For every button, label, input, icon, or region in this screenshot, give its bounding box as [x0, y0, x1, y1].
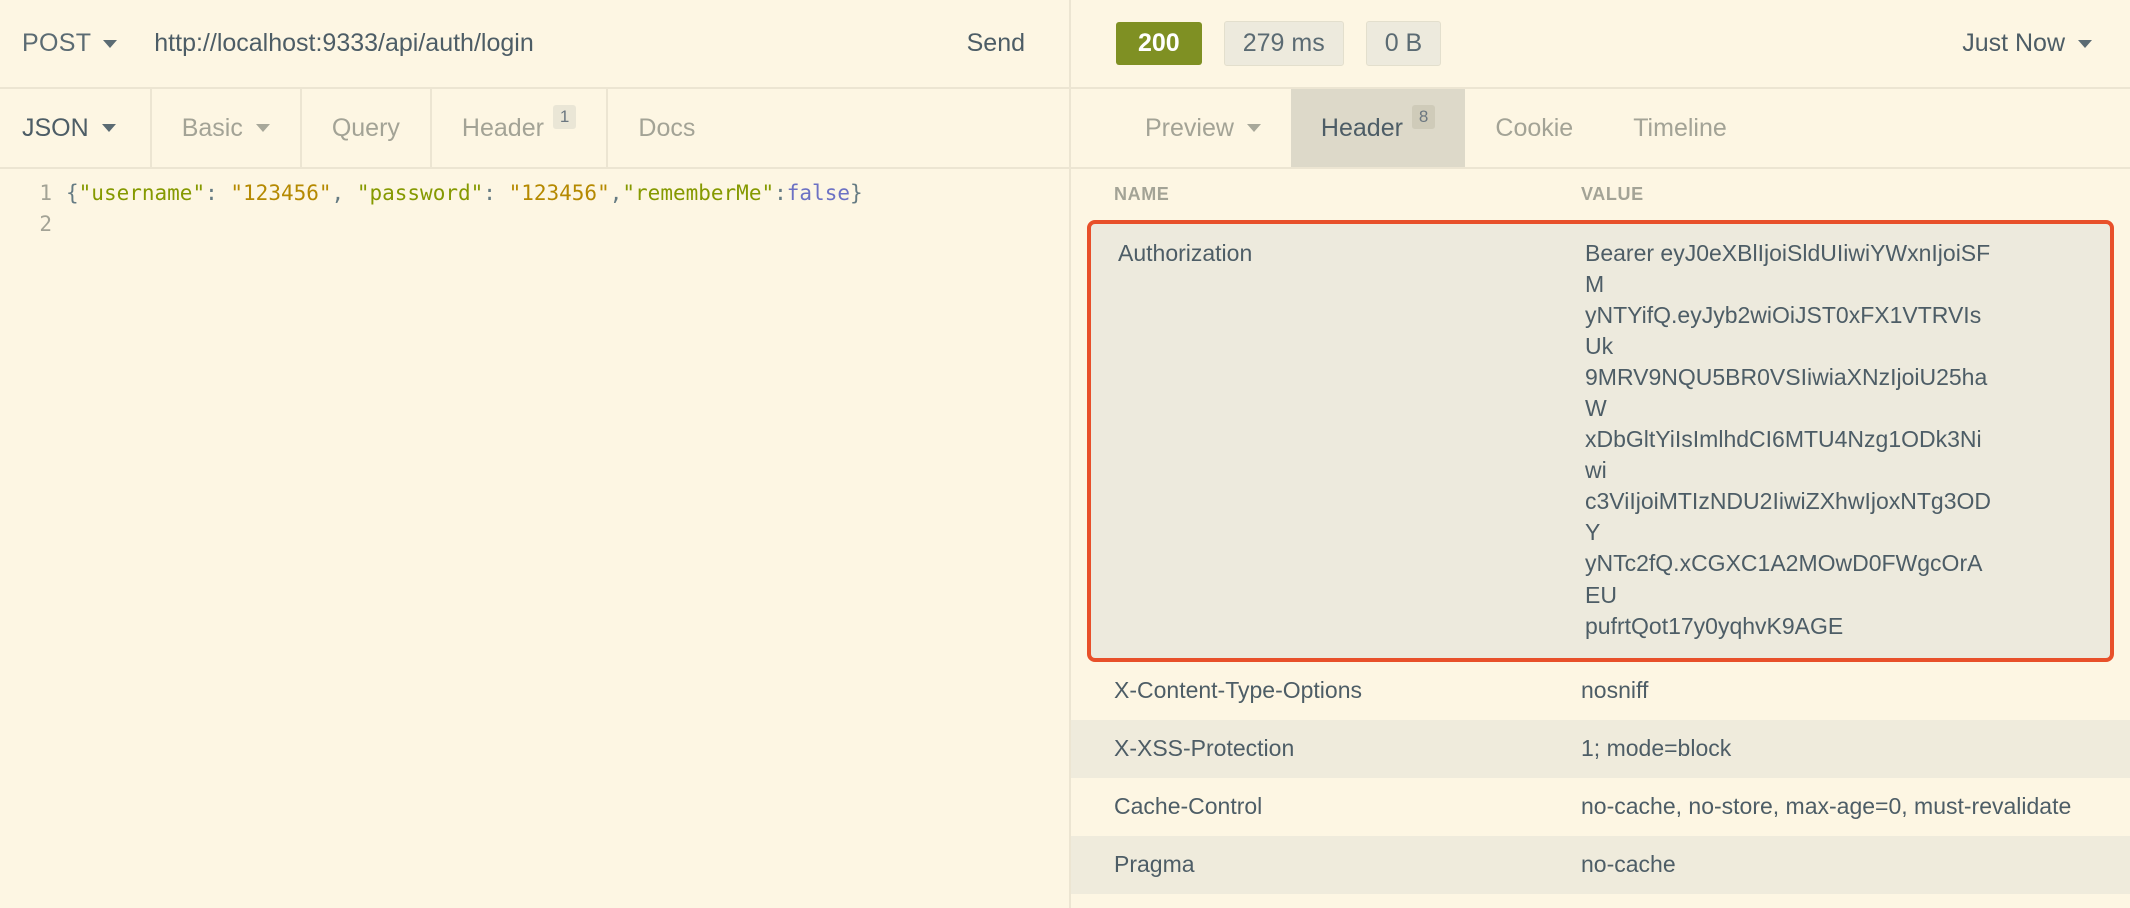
header-value-line: xDbGltYiIsImlhdCI6MTU4Nzg1ODk3Niwi — [1585, 426, 1982, 484]
json-value-username: "123456" — [230, 181, 332, 205]
line-number: 1 — [39, 181, 52, 205]
header-value-line: 9MRV9NQU5BR0VSIiwiaXNzIjoiU25haW — [1585, 364, 1988, 422]
tab-header[interactable]: Header 1 — [429, 89, 606, 167]
tab-label: Docs — [638, 113, 696, 142]
chevron-down-icon — [255, 124, 270, 132]
tab-basic[interactable]: Basic — [149, 89, 300, 167]
code-content[interactable]: {"username": "123456", "password": "1234… — [66, 181, 863, 205]
line-number: 2 — [39, 212, 52, 236]
header-value-cell: no-cache, no-store, max-age=0, must-reva… — [1581, 792, 2072, 819]
request-body-editor[interactable]: 1 {"username": "123456", "password": "12… — [0, 169, 1069, 908]
tab-query[interactable]: Query — [299, 89, 430, 167]
response-tabs: Preview Header 8 Cookie Timeline — [1071, 89, 2130, 167]
table-row[interactable]: X-Content-Type-Options nosniff — [1071, 662, 2130, 720]
response-time-chip: 279 ms — [1223, 21, 1344, 66]
history-time-label: Just Now — [1962, 29, 2065, 57]
tab-label: Header — [461, 113, 544, 142]
header-value-cell: nosniff — [1581, 676, 1649, 703]
json-value-password: "123456" — [508, 181, 610, 205]
chevron-down-icon — [101, 124, 116, 132]
header-value-cell: 1; mode=block — [1581, 734, 1732, 761]
tab-docs[interactable]: Docs — [606, 89, 725, 167]
http-method-selector[interactable]: POST — [22, 29, 118, 58]
top-bar: POST http://localhost:9333/api/auth/logi… — [0, 0, 2130, 89]
tab-label: Timeline — [1633, 113, 1727, 142]
header-name-cell: X-XSS-Protection — [1114, 734, 1295, 761]
tab-header[interactable]: Header 8 — [1290, 89, 1466, 167]
tab-label: Basic — [181, 113, 243, 142]
header-name-cell: Cache-Control — [1114, 792, 1263, 819]
table-row[interactable]: Pragma no-cache — [1071, 835, 2130, 894]
json-value-rememberme: false — [786, 181, 850, 205]
chevron-down-icon — [1246, 124, 1261, 132]
response-size-chip: 0 B — [1365, 21, 1442, 66]
tab-label: Preview — [1145, 113, 1234, 142]
body-type-label: JSON — [22, 113, 89, 142]
response-status-section: 200 279 ms 0 B Just Now — [1071, 0, 2130, 87]
tab-timeline[interactable]: Timeline — [1603, 89, 1757, 167]
table-row[interactable]: Authorization Bearer eyJ0eXBlIjoiSldUIiwi… — [1087, 220, 2114, 662]
header-value-line: yNTc2fQ.xCGXC1A2MOwD0FWgcOrAEU — [1585, 550, 1983, 608]
column-header-value: VALUE — [1581, 184, 1644, 204]
url-input[interactable]: http://localhost:9333/api/auth/login — [154, 29, 966, 58]
code-line: 2 — [0, 212, 1069, 243]
table-row[interactable]: Cache-Control no-cache, no-store, max-age… — [1071, 778, 2130, 836]
json-open-brace: { — [66, 181, 79, 205]
table-header-row: NAME VALUE — [1071, 169, 2130, 220]
status-code-badge: 200 — [1116, 22, 1202, 65]
header-value-line: c3ViIjoiMTIzNDU2IiwiZXhwIjoxNTg3ODY — [1585, 488, 1991, 546]
json-colon: : — [483, 181, 509, 205]
header-value-cell: Bearer eyJ0eXBlIjoiSldUIiwiYWxnIjoiSFM yN… — [1585, 238, 2015, 642]
json-close-brace: } — [849, 181, 863, 205]
header-value-line: yNTYifQ.eyJyb2wiOiJST0xFX1VTRVIsUk — [1585, 302, 1982, 360]
chevron-down-icon — [103, 39, 118, 48]
tab-preview[interactable]: Preview — [1115, 89, 1291, 167]
column-header-name: NAME — [1114, 184, 1170, 204]
tab-cookie[interactable]: Cookie — [1465, 89, 1603, 167]
tab-label: Cookie — [1495, 113, 1574, 142]
json-key-password: "password" — [356, 181, 484, 205]
tab-badge-count: 8 — [1411, 105, 1436, 130]
header-value-line: Bearer eyJ0eXBlIjoiSldUIiwiYWxnIjoiSFM — [1585, 240, 1991, 298]
header-name-cell: Pragma — [1114, 850, 1195, 877]
send-button[interactable]: Send — [967, 29, 1025, 58]
history-time-selector[interactable]: Just Now — [1962, 29, 2092, 58]
table-row[interactable]: Expires0 — [1071, 894, 2130, 908]
json-colon: : — [205, 181, 231, 205]
table-body: Authorization Bearer eyJ0eXBlIjoiSldUIiwi… — [1071, 220, 2130, 908]
header-name-cell: X-Content-Type-Options — [1114, 676, 1363, 703]
json-colon: : — [774, 181, 787, 205]
json-comma: , — [331, 181, 357, 205]
tab-badge-count: 1 — [552, 105, 577, 130]
json-comma: , — [609, 181, 623, 205]
json-key-rememberme: "rememberMe" — [622, 181, 775, 205]
header-name-cell: Authorization — [1118, 240, 1253, 266]
table-row[interactable]: X-XSS-Protection 1; mode=block — [1071, 719, 2130, 778]
request-url-section: POST http://localhost:9333/api/auth/logi… — [0, 0, 1069, 87]
chevron-down-icon — [2078, 39, 2092, 48]
response-headers-panel: NAME VALUE Authorization Bearer eyJ0eXBlI… — [1071, 169, 2130, 908]
tab-label: Header — [1320, 113, 1403, 142]
header-value-cell: no-cache — [1581, 850, 1676, 877]
tab-row: JSON Basic Query Header 1 Docs Preview Header 8… — [0, 89, 2130, 169]
request-tabs: JSON Basic Query Header 1 Docs — [0, 89, 1069, 167]
code-line: 1 {"username": "123456", "password": "12… — [0, 181, 1069, 212]
tab-label: Query — [331, 113, 400, 142]
http-method-label: POST — [22, 29, 92, 57]
body-type-selector[interactable]: JSON — [0, 89, 150, 167]
headers-table: NAME VALUE Authorization Bearer eyJ0eXBlI… — [1071, 169, 2130, 908]
json-key-username: "username" — [78, 181, 206, 205]
header-value-line: pufrtQot17y0yqhvK9AGE — [1585, 612, 1844, 639]
